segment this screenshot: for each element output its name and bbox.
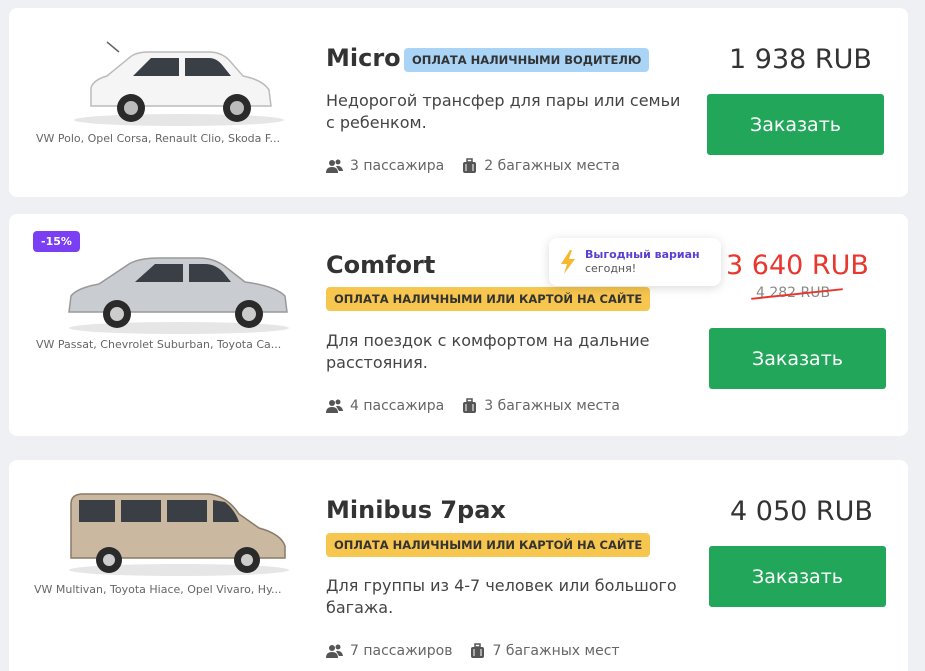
order-button[interactable]: Заказать (709, 546, 886, 607)
vehicle-description: Недорогой трансфер для пары или семьи с … (326, 91, 681, 132)
passengers-icon (326, 644, 343, 658)
luggage-count: 3 багажных места (484, 398, 620, 414)
capacity-info: 3 пассажира 2 багажных места (326, 158, 638, 174)
price: 4 050 RUB (730, 496, 873, 527)
price: 1 938 RUB (729, 44, 872, 75)
payment-badge: ОПЛАТА НАЛИЧНЫМИ ИЛИ КАРТОЙ НА САЙТЕ (326, 533, 651, 557)
luggage-icon (463, 158, 477, 173)
lightning-icon (561, 250, 575, 274)
car-models: VW Multivan, Toyota Hiace, Opel Vivaro, … (34, 583, 282, 596)
passengers-count: 4 пассажира (350, 398, 445, 414)
vehicle-title: Comfort (326, 251, 436, 279)
luggage-icon (471, 643, 485, 658)
vehicle-title: Minibus 7pax (326, 496, 506, 524)
car-models: VW Polo, Opel Corsa, Renault Clio, Skoda… (36, 132, 280, 145)
best-deal-tooltip: Выгодный вариан сегодня! (549, 238, 721, 286)
car-image-micro (74, 41, 284, 126)
capacity-info: 4 пассажира 3 багажных места (326, 398, 638, 414)
passengers-count: 7 пассажиров (350, 643, 453, 659)
passengers-icon (326, 399, 343, 413)
car-image-minibus (69, 493, 289, 576)
discounted-price: 3 640 RUB (726, 250, 869, 281)
passengers-icon (326, 159, 343, 173)
order-button[interactable]: Заказать (707, 94, 884, 155)
luggage-count: 7 багажных мест (492, 643, 620, 659)
car-models: VW Passat, Chevrolet Suburban, Toyota Ca… (36, 338, 282, 351)
payment-badge: ОПЛАТА НАЛИЧНЫМИ ИЛИ КАРТОЙ НА САЙТЕ (326, 287, 651, 311)
passengers-count: 3 пассажира (350, 158, 445, 174)
tooltip-line-1: Выгодный вариан (585, 248, 700, 261)
luggage-count: 2 багажных места (484, 158, 620, 174)
vehicle-card-micro: VW Polo, Opel Corsa, Renault Clio, Skoda… (9, 8, 908, 197)
vehicle-description: Для группы из 4-7 человек или большого б… (326, 576, 677, 617)
vehicle-title: Micro (326, 44, 401, 72)
vehicle-card-minibus: VW Multivan, Toyota Hiace, Opel Vivaro, … (9, 460, 908, 671)
vehicle-card-comfort: -15% VW Passat, Chevrolet Suburban, Toyo… (9, 214, 908, 436)
order-button[interactable]: Заказать (709, 328, 886, 389)
capacity-info: 7 пассажиров 7 багажных мест (326, 643, 638, 659)
payment-badge: ОПЛАТА НАЛИЧНЫМИ ВОДИТЕЛЮ (404, 48, 650, 72)
car-image-comfort (68, 257, 289, 334)
luggage-icon (463, 398, 477, 413)
vehicle-description: Для поездок с комфортом на дальние расст… (326, 331, 650, 372)
tooltip-line-2: сегодня! (585, 262, 637, 275)
